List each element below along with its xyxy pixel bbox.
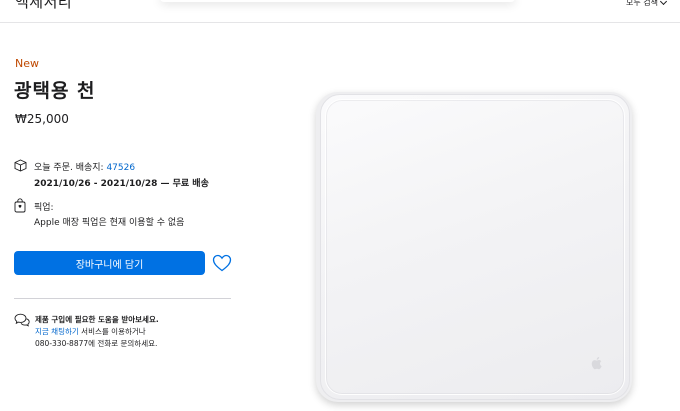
browse-all-label: 모두 검색 [626, 0, 658, 7]
section-divider [14, 298, 231, 299]
pickup-label: 픽업: [34, 203, 54, 213]
delivery-info: 오늘 주문. 배송지: 47526 [34, 160, 135, 173]
store-bag-icon [14, 198, 26, 213]
product-price: ₩25,000 [15, 112, 69, 126]
search-bar-overlay [160, 0, 515, 2]
chat-bubbles-icon [14, 313, 30, 327]
new-badge: New [15, 57, 39, 70]
chat-now-link[interactable]: 지금 채팅하기 [35, 327, 79, 336]
product-title: 광택용 천 [14, 80, 96, 102]
category-title[interactable]: 액세서리 [15, 0, 72, 12]
help-chat-line: 지금 채팅하기 서비스를 이용하거나 [35, 326, 146, 337]
cloth-stitching [325, 99, 625, 395]
browse-all-dropdown[interactable]: 모두 검색 [626, 0, 668, 8]
add-to-bag-button[interactable]: 장바구니에 담기 [14, 251, 205, 275]
help-chat-suffix: 서비스를 이용하거나 [78, 327, 146, 336]
delivery-dates: 2021/10/26 - 2021/10/28 — 무료 배송 [34, 179, 209, 189]
heart-icon[interactable] [212, 254, 232, 272]
help-title: 제품 구입에 필요한 도움을 받아보세요. [35, 315, 159, 324]
product-image [320, 94, 630, 400]
box-icon [14, 159, 27, 172]
apple-logo-icon [591, 357, 602, 370]
product-page: 액세서리 모두 검색 New 광택용 천 ₩25,000 오늘 주문. 배송지:… [0, 0, 680, 411]
help-phone: 080-330-8877에 전화로 문의하세요. [35, 339, 158, 348]
top-nav: 액세서리 모두 검색 [0, 0, 680, 23]
chevron-down-icon [659, 0, 668, 5]
pickup-status: Apple 매장 픽업은 현재 이용할 수 없음 [34, 218, 185, 228]
delivery-label: 오늘 주문. 배송지: [34, 163, 107, 173]
delivery-zip-link[interactable]: 47526 [106, 163, 135, 173]
